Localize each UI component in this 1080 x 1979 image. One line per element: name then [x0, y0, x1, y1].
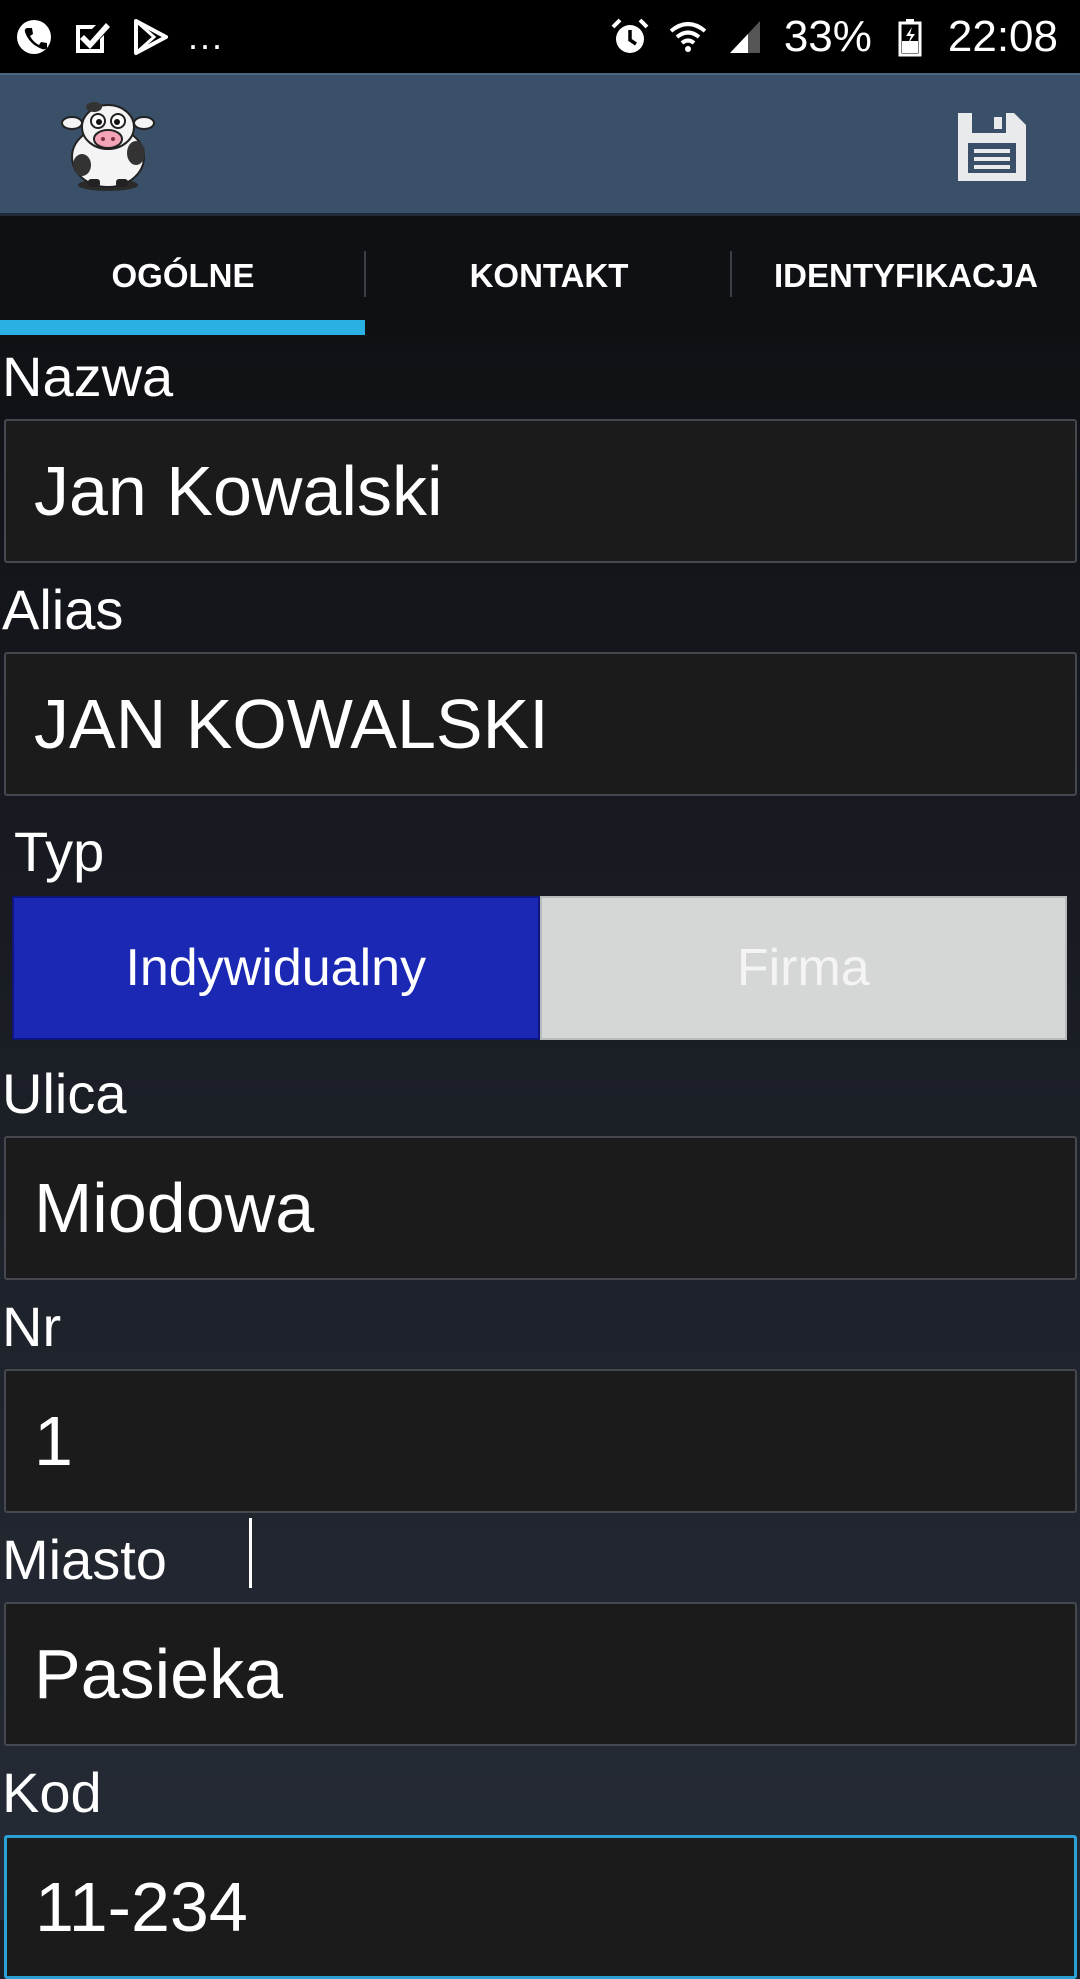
typ-option-indywidualny[interactable]: Indywidualny [12, 896, 540, 1040]
text-cursor [249, 1518, 252, 1588]
save-button[interactable] [954, 109, 1030, 185]
alias-label: Alias [2, 578, 124, 641]
tab-ogolne[interactable]: OGÓLNE [0, 216, 366, 335]
app-bar [0, 73, 1080, 216]
nr-field[interactable] [4, 1369, 1077, 1513]
typ-label: Typ [14, 820, 105, 883]
floppy-disk-icon [958, 113, 1026, 181]
nazwa-label: Nazwa [2, 345, 174, 408]
typ-segmented-control: Indywidualny Firma [12, 896, 1067, 1040]
phone-icon [14, 17, 54, 57]
signal-icon [726, 17, 766, 57]
alarm-icon [610, 17, 650, 57]
status-notifications: ... [14, 15, 225, 57]
battery-percent: 33% [783, 12, 872, 61]
nazwa-field[interactable] [4, 419, 1077, 563]
status-bar: ... 33% 22:08 [0, 0, 1080, 73]
task-check-icon [72, 17, 112, 57]
form-ogolne: Nazwa Alias Typ Indywidualny Firma Ulica… [0, 335, 1080, 1979]
status-time: 22:08 [947, 12, 1058, 61]
tab-kontakt[interactable]: KONTAKT [366, 216, 732, 335]
tab-identyfikacja[interactable]: IDENTYFIKACJA [732, 216, 1080, 335]
tab-label: IDENTYFIKACJA [773, 256, 1039, 294]
ulica-field[interactable] [4, 1136, 1077, 1280]
kod-field[interactable] [4, 1835, 1077, 1979]
tab-label: OGÓLNE [111, 256, 255, 294]
typ-option-firma[interactable]: Firma [539, 896, 1067, 1040]
battery-icon [890, 17, 930, 57]
cow-logo-icon [58, 95, 158, 195]
active-tab-indicator [0, 320, 365, 335]
miasto-field[interactable] [4, 1602, 1077, 1746]
ulica-label: Ulica [2, 1062, 127, 1125]
status-system: 33% 22:08 [610, 0, 1058, 73]
status-more-indicator: ... [188, 15, 225, 57]
nr-label: Nr [2, 1295, 62, 1358]
tab-bar: OGÓLNE KONTAKT IDENTYFIKACJA [0, 216, 1080, 335]
alias-field[interactable] [4, 652, 1077, 796]
miasto-label: Miasto [2, 1528, 167, 1591]
wifi-icon [668, 17, 708, 57]
kod-label: Kod [2, 1761, 102, 1824]
tab-label: KONTAKT [469, 256, 629, 294]
play-store-icon [130, 17, 170, 57]
